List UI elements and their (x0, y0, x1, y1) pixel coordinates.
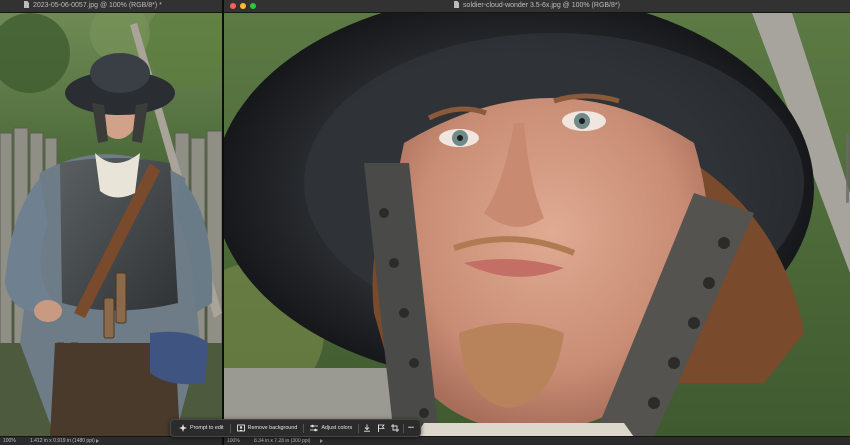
left-status-bar: 100% 1.412 in x 0.919 in (1480 ppi) (0, 436, 222, 445)
taskbar-separator (303, 423, 305, 433)
right-window-title: soldier-cloud-wonder 3.5-6x.jpg @ 100% (… (463, 2, 620, 9)
adjust-colors-label: Adjust colors (321, 425, 353, 431)
left-document-dimensions: 1.412 in x 0.919 in (1480 ppi) (30, 438, 95, 444)
download-icon (363, 424, 371, 432)
image-person-icon (236, 424, 245, 432)
right-document-window[interactable]: soldier-cloud-wonder 3.5-6x.jpg @ 100% (… (224, 0, 850, 445)
taskbar-separator (358, 423, 360, 433)
left-window-titlebar[interactable]: 2023-05-06-0057.jpg @ 100% (RGB/8*) * (0, 0, 222, 13)
document-icon (24, 1, 29, 8)
flag-button[interactable] (374, 422, 388, 434)
left-zoom-level[interactable]: 100% (3, 437, 16, 445)
contextual-task-bar: Prompt to edit Remove background Adjust … (170, 419, 421, 437)
taskbar-separator (403, 423, 405, 433)
right-zoom-level[interactable]: 100% (227, 437, 240, 445)
sparkle-icon (179, 424, 187, 432)
right-document-dimensions: 8.34 in x 7.28 in (300 ppi) (254, 438, 311, 444)
right-window-titlebar[interactable]: soldier-cloud-wonder 3.5-6x.jpg @ 100% (… (224, 0, 850, 13)
sliders-icon (310, 424, 319, 432)
crop-icon (391, 424, 400, 432)
flag-icon (377, 424, 386, 432)
more-options-button[interactable]: ••• (405, 422, 417, 434)
vertical-scrollbar[interactable] (846, 133, 849, 203)
left-image-canvas[interactable] (0, 13, 222, 437)
soldier-full-photo (0, 13, 222, 437)
left-document-window[interactable]: 2023-05-06-0057.jpg @ 100% (RGB/8*) * 10… (0, 0, 222, 445)
document-icon (454, 1, 460, 8)
status-menu-arrow-icon[interactable] (320, 439, 323, 443)
remove-background-label: Remove background (247, 425, 298, 431)
left-window-title: 2023-05-06-0057.jpg @ 100% (RGB/8*) * (33, 2, 162, 9)
prompt-to-edit-button[interactable]: Prompt to edit (174, 422, 229, 434)
adjust-colors-button[interactable]: Adjust colors (305, 422, 357, 434)
more-icon: ••• (408, 425, 414, 431)
remove-background-button[interactable]: Remove background (232, 422, 303, 434)
soldier-closeup-photo (224, 13, 850, 437)
download-button[interactable] (360, 422, 374, 434)
crop-button[interactable] (388, 422, 402, 434)
right-status-bar: 100% 8.34 in x 7.28 in (300 ppi) (224, 436, 850, 445)
status-menu-arrow-icon[interactable] (96, 439, 99, 443)
prompt-to-edit-label: Prompt to edit (190, 425, 224, 431)
taskbar-separator (229, 423, 231, 433)
right-image-canvas[interactable] (224, 13, 850, 437)
